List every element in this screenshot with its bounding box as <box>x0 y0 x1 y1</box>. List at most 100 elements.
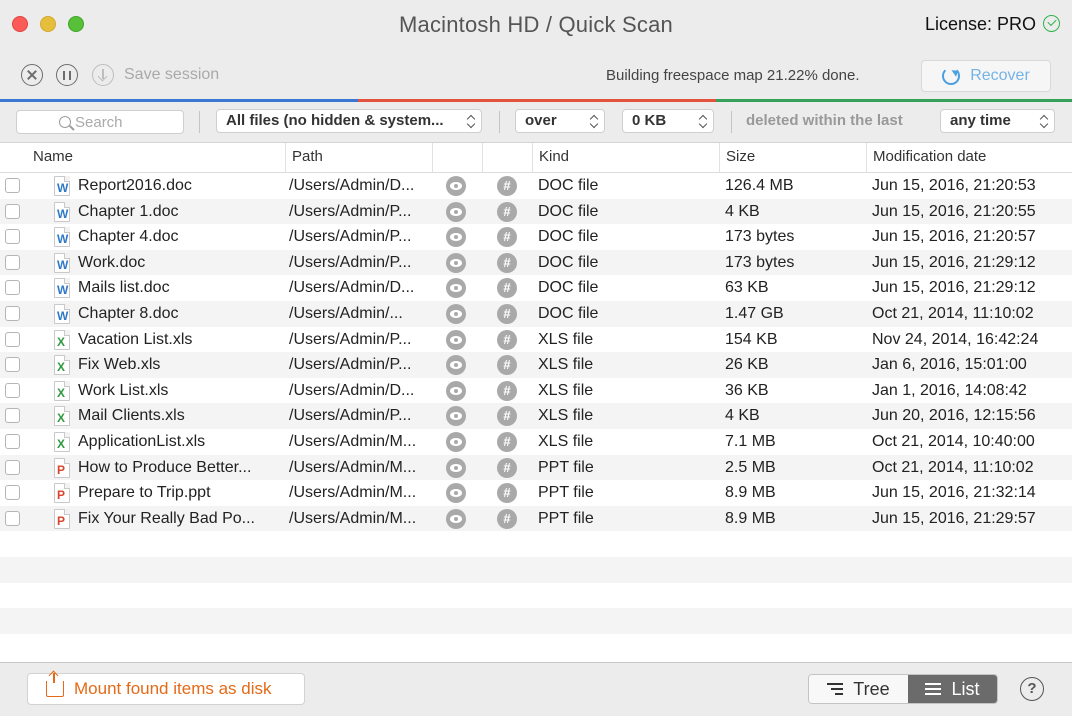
column-header-kind[interactable]: Kind <box>532 143 719 173</box>
column-header-path[interactable]: Path <box>285 143 432 173</box>
preview-eye-icon[interactable] <box>446 252 466 273</box>
file-path: /Users/Admin/D... <box>289 381 415 399</box>
preview-eye-icon[interactable] <box>446 355 466 376</box>
row-checkbox[interactable] <box>5 254 20 270</box>
empty-row <box>0 556 1072 583</box>
hash-icon[interactable]: # <box>497 252 517 273</box>
hash-icon[interactable]: # <box>497 303 517 324</box>
mount-label: Mount found items as disk <box>74 679 272 698</box>
hash-icon[interactable]: # <box>497 508 517 529</box>
file-kind: XLS file <box>538 407 594 425</box>
file-size: 173 bytes <box>725 228 795 246</box>
modification-date: Jun 20, 2016, 12:15:56 <box>872 407 1036 425</box>
hash-icon[interactable]: # <box>497 457 517 478</box>
save-session-icon-button[interactable] <box>92 64 114 86</box>
search-input[interactable] <box>75 113 195 131</box>
row-checkbox[interactable] <box>5 280 20 296</box>
hash-icon[interactable]: # <box>497 201 517 222</box>
row-checkbox[interactable] <box>5 459 20 475</box>
stop-scan-button[interactable] <box>21 64 43 86</box>
row-checkbox[interactable] <box>5 510 20 526</box>
table-row[interactable]: W Report2016.doc/Users/Admin/D... # DOC fil… <box>0 173 1072 199</box>
recover-button[interactable]: Recover <box>921 60 1051 92</box>
row-checkbox[interactable] <box>5 433 20 449</box>
file-type-select[interactable]: All files (no hidden & system... <box>216 109 482 133</box>
hash-icon[interactable]: # <box>497 329 517 350</box>
preview-eye-icon[interactable] <box>446 227 466 248</box>
row-checkbox[interactable] <box>5 203 20 219</box>
ppt-file-icon: P <box>54 483 70 504</box>
preview-eye-icon[interactable] <box>446 508 466 529</box>
file-size: 2.5 MB <box>725 458 776 476</box>
list-view-button[interactable]: List <box>907 675 997 703</box>
column-header-hash[interactable] <box>482 143 532 173</box>
hash-icon[interactable]: # <box>497 176 517 196</box>
file-type-letter: W <box>57 232 69 247</box>
preview-eye-icon[interactable] <box>446 176 466 196</box>
tree-view-button[interactable]: Tree <box>809 675 908 703</box>
table-row[interactable]: W Chapter 4.doc/Users/Admin/P... # DOC file… <box>0 224 1072 250</box>
table-row[interactable]: P How to Produce Better... /Users/Admin/M.… <box>0 454 1072 481</box>
hash-icon[interactable]: # <box>497 380 517 401</box>
size-value-select[interactable]: 0 KB <box>622 109 714 133</box>
row-checkbox[interactable] <box>5 229 20 245</box>
preview-eye-icon[interactable] <box>446 329 466 350</box>
column-header-preview[interactable] <box>432 143 482 173</box>
row-checkbox[interactable] <box>5 382 20 398</box>
time-range-select[interactable]: any time <box>940 109 1055 133</box>
table-row[interactable]: P Prepare to Trip.ppt/Users/Admin/M... # PP… <box>0 480 1072 506</box>
row-checkbox[interactable] <box>5 485 20 501</box>
deleted-within-label: deleted within the last <box>746 112 903 129</box>
check-circle-icon <box>1043 15 1060 32</box>
size-operator-select[interactable]: over <box>515 109 605 133</box>
row-checkbox[interactable] <box>5 178 20 193</box>
hash-icon[interactable]: # <box>497 406 517 427</box>
preview-eye-icon[interactable] <box>446 278 466 299</box>
preview-eye-icon[interactable] <box>446 406 466 427</box>
preview-eye-icon[interactable] <box>446 201 466 222</box>
hash-icon[interactable]: # <box>497 431 517 452</box>
hash-icon[interactable]: # <box>497 227 517 248</box>
hash-icon[interactable]: # <box>497 355 517 376</box>
column-header-modification-date[interactable]: Modification date <box>866 143 1072 173</box>
preview-eye-icon[interactable] <box>446 483 466 504</box>
table-row[interactable]: X Mail Clients.xls/Users/Admin/P... # XLS f… <box>0 403 1072 429</box>
column-header-name[interactable]: Name <box>27 143 285 173</box>
file-size: 8.9 MB <box>725 484 776 502</box>
divider <box>731 111 732 133</box>
preview-eye-icon[interactable] <box>446 303 466 324</box>
save-session-button[interactable]: Save session <box>124 66 219 84</box>
window-title: Macintosh HD / Quick Scan <box>399 12 673 37</box>
modification-date: Jun 15, 2016, 21:20:53 <box>872 177 1036 194</box>
table-row[interactable]: X Vacation List.xls/Users/Admin/P... # XLS … <box>0 327 1072 353</box>
table-row[interactable]: W Work.doc/Users/Admin/P... # DOC file 173 b… <box>0 249 1072 276</box>
mount-as-disk-button[interactable]: Mount found items as disk <box>27 673 305 705</box>
table-row[interactable]: P Fix Your Really Bad Po... /Users/Admin/M… <box>0 505 1072 532</box>
row-checkbox[interactable] <box>5 357 20 373</box>
pause-scan-button[interactable] <box>56 64 78 86</box>
help-button[interactable]: ? <box>1020 677 1044 701</box>
table-row[interactable]: X Work List.xls/Users/Admin/D... # XLS file… <box>0 378 1072 404</box>
file-size: 8.9 MB <box>725 509 776 527</box>
table-row[interactable]: W Chapter 1.doc/Users/Admin/P... # DOC file… <box>0 198 1072 225</box>
preview-eye-icon[interactable] <box>446 431 466 452</box>
row-checkbox[interactable] <box>5 305 20 321</box>
row-checkbox[interactable] <box>5 408 20 424</box>
toolbar: Save session Building freespace map 21.2… <box>0 50 1072 100</box>
list-label: List <box>951 678 980 699</box>
table-row[interactable]: X ApplicationList.xls/Users/Admin/M... # XL… <box>0 429 1072 455</box>
preview-eye-icon[interactable] <box>446 457 466 478</box>
file-size: 126.4 MB <box>725 177 794 194</box>
file-type-letter: P <box>57 462 66 477</box>
file-type-letter: W <box>57 308 69 323</box>
hash-icon[interactable]: # <box>497 278 517 299</box>
search-field[interactable] <box>16 110 195 134</box>
table-row[interactable]: X Fix Web.xls/Users/Admin/P... # XLS file 26… <box>0 352 1072 378</box>
table-row[interactable]: W Mails list.doc/Users/Admin/D... # DOC fil… <box>0 275 1072 301</box>
hash-icon[interactable]: # <box>497 483 517 504</box>
preview-eye-icon[interactable] <box>446 380 466 401</box>
table-row[interactable]: W Chapter 8.doc/Users/Admin/... # DOC file 1… <box>0 300 1072 327</box>
row-checkbox[interactable] <box>5 331 20 347</box>
chevron-updown-icon <box>590 114 598 128</box>
column-header-size[interactable]: Size <box>719 143 866 173</box>
